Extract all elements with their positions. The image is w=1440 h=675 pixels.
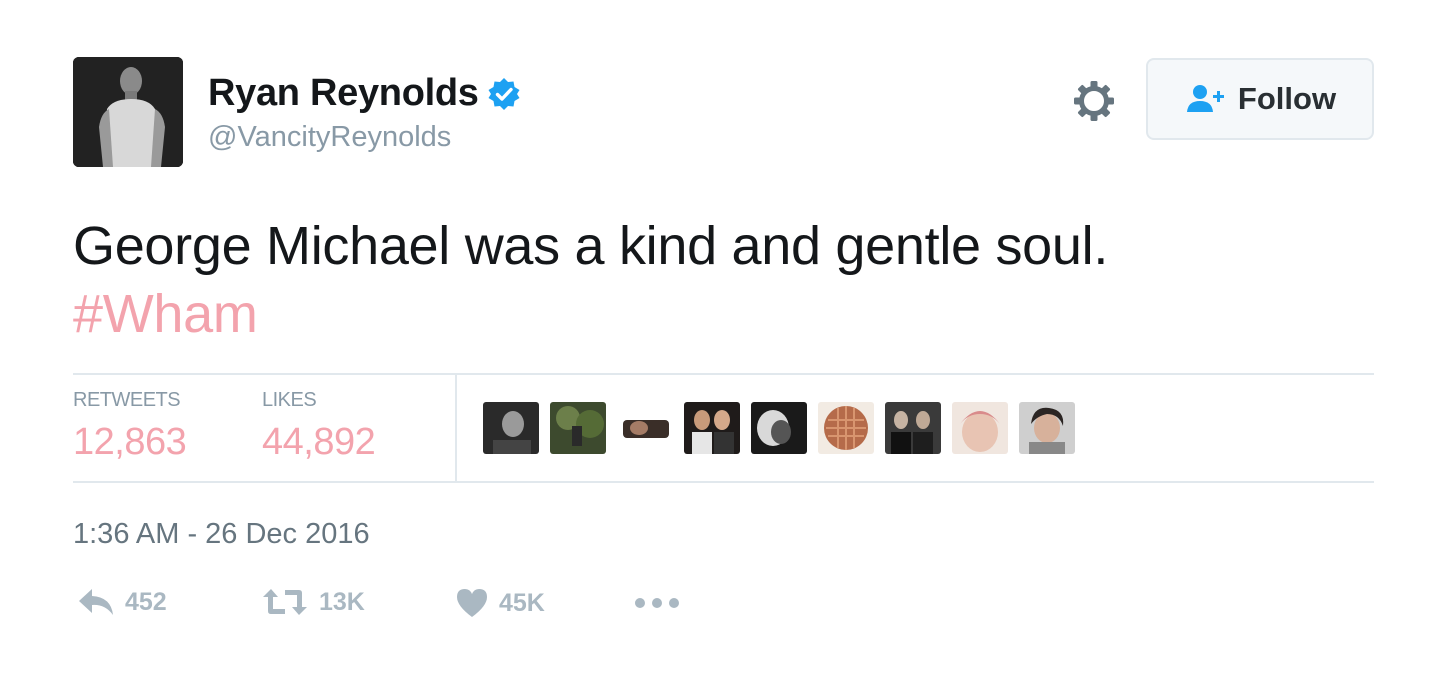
author-display-name[interactable]: Ryan Reynolds — [208, 72, 479, 115]
heart-icon — [457, 589, 487, 617]
reply-button[interactable]: 452 — [77, 587, 167, 617]
liker-avatar[interactable] — [483, 402, 539, 454]
retweet-icon — [263, 589, 307, 615]
author-name-row: Ryan Reynolds — [208, 72, 521, 115]
like-count: 45K — [499, 588, 545, 617]
gear-icon — [1074, 81, 1114, 121]
tweet-body: George Michael was a kind and gentle sou… — [73, 216, 1109, 276]
liker-avatar[interactable] — [751, 402, 807, 454]
retweet-button[interactable]: 13K — [261, 587, 365, 617]
like-button[interactable]: 45K — [455, 587, 545, 619]
retweets-label[interactable]: RETWEETS — [73, 389, 181, 412]
stats-bottom-divider — [73, 481, 1374, 483]
tweet-timestamp[interactable]: 1:36 AM - 26 Dec 2016 — [73, 518, 370, 551]
liker-avatar[interactable] — [885, 402, 941, 454]
more-button[interactable] — [634, 597, 680, 609]
tweet-text: George Michael was a kind and gentle sou… — [73, 212, 1373, 348]
more-dots-icon — [635, 598, 679, 608]
verified-badge-icon — [488, 77, 520, 110]
liker-avatar[interactable] — [684, 402, 740, 454]
liker-avatar[interactable] — [617, 402, 673, 454]
follow-button-label: Follow — [1237, 81, 1337, 116]
author-handle[interactable]: @VancityReynolds — [208, 121, 451, 154]
liker-avatars — [483, 402, 1086, 454]
stats-top-divider — [73, 373, 1374, 375]
reply-icon — [79, 589, 113, 615]
liker-avatar[interactable] — [952, 402, 1008, 454]
liker-avatar[interactable] — [1019, 402, 1075, 454]
likes-label[interactable]: LIKES — [262, 389, 317, 412]
liker-avatar[interactable] — [818, 402, 874, 454]
stats-vertical-divider — [455, 375, 457, 481]
avatar-photo-image — [73, 57, 183, 167]
likes-count[interactable]: 44,892 — [262, 421, 376, 464]
reply-count: 452 — [125, 587, 167, 616]
liker-avatar[interactable] — [550, 402, 606, 454]
settings-button[interactable] — [1072, 79, 1116, 123]
follow-button[interactable]: Follow — [1146, 58, 1374, 140]
add-user-icon — [1186, 85, 1224, 112]
retweet-count: 13K — [319, 587, 365, 616]
profile-avatar[interactable] — [73, 57, 183, 167]
hashtag-link[interactable]: #Wham — [73, 280, 1373, 348]
retweets-count[interactable]: 12,863 — [73, 421, 187, 464]
